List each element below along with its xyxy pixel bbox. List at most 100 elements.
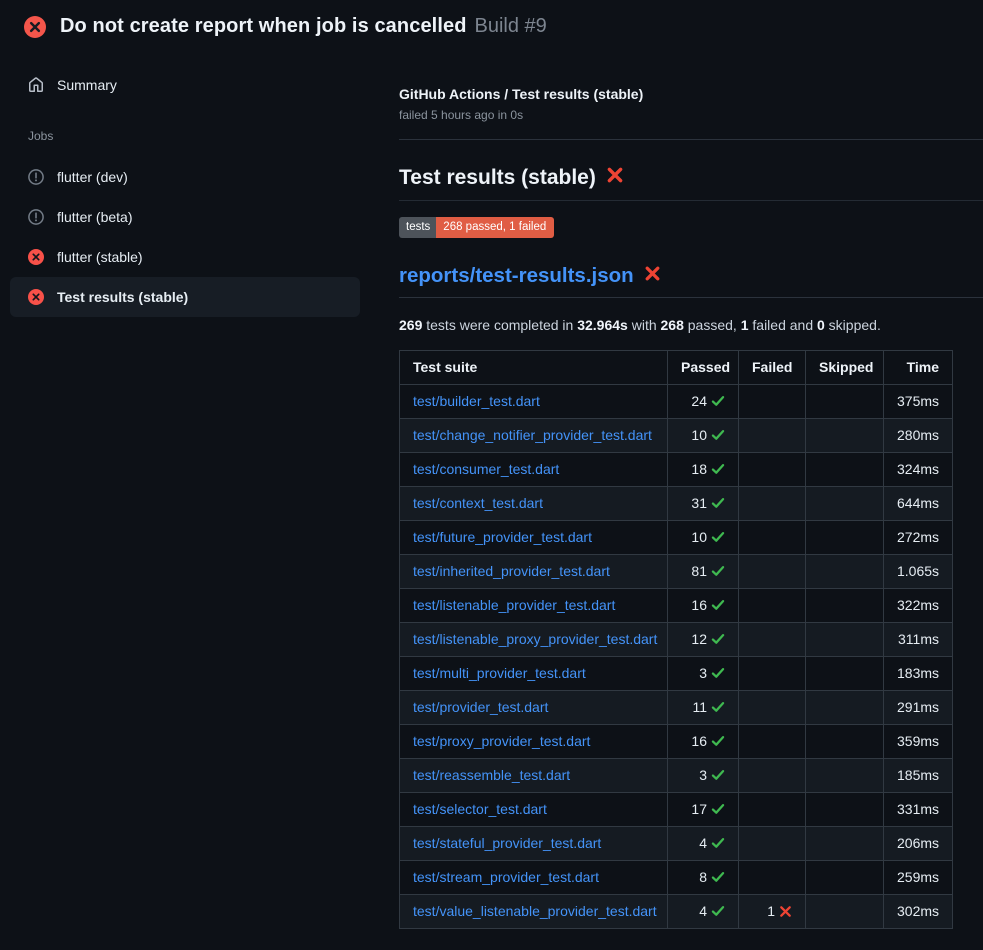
cell-failed: [739, 793, 806, 827]
suite-link[interactable]: test/stateful_provider_test.dart: [413, 835, 601, 851]
home-icon: [28, 77, 44, 93]
cell-time: 322ms: [884, 589, 953, 623]
cell-passed: 10: [668, 521, 739, 555]
cell-time: 324ms: [884, 453, 953, 487]
cell-passed: 16: [668, 589, 739, 623]
suite-link[interactable]: test/multi_provider_test.dart: [413, 665, 586, 681]
cell-skipped: [806, 419, 884, 453]
passed-count: 10: [691, 529, 707, 545]
table-row: test/value_listenable_provider_test.dart…: [400, 895, 953, 929]
breadcrumb: GitHub Actions / Test results (stable): [399, 86, 983, 102]
sidebar-item-flutter-stable[interactable]: flutter (stable): [10, 237, 360, 277]
cell-skipped: [806, 725, 884, 759]
cell-passed: 31: [668, 487, 739, 521]
suite-link[interactable]: test/change_notifier_provider_test.dart: [413, 427, 652, 443]
suite-link[interactable]: test/selector_test.dart: [413, 801, 547, 817]
suite-link[interactable]: test/stream_provider_test.dart: [413, 869, 599, 885]
cell-passed: 3: [668, 759, 739, 793]
suite-link[interactable]: test/inherited_provider_test.dart: [413, 563, 610, 579]
table-row: test/selector_test.dart17331ms: [400, 793, 953, 827]
failed-circle-icon: [28, 249, 44, 265]
cell-failed: [739, 623, 806, 657]
sidebar-item-summary[interactable]: Summary: [10, 65, 360, 105]
suite-link[interactable]: test/provider_test.dart: [413, 699, 548, 715]
cell-test-suite: test/reassemble_test.dart: [400, 759, 668, 793]
table-row: test/stream_provider_test.dart 8 259ms: [400, 861, 953, 895]
suite-link[interactable]: test/context_test.dart: [413, 495, 543, 511]
cell-passed: 24: [668, 385, 739, 419]
cell-failed: [739, 555, 806, 589]
col-passed: Passed: [668, 351, 739, 385]
cell-passed: 16: [668, 725, 739, 759]
cell-time: 259ms: [884, 861, 953, 895]
passed-count: 10: [691, 427, 707, 443]
table-row: test/multi_provider_test.dart3183ms: [400, 657, 953, 691]
cell-passed: 81: [668, 555, 739, 589]
suite-link[interactable]: test/proxy_provider_test.dart: [413, 733, 590, 749]
cell-skipped: [806, 521, 884, 555]
cell-time: 644ms: [884, 487, 953, 521]
suite-link[interactable]: test/value_listenable_provider_test.dart: [413, 903, 657, 919]
report-title-link[interactable]: reports/test-results.json: [399, 264, 983, 298]
cell-skipped: [806, 453, 884, 487]
cell-time: 280ms: [884, 419, 953, 453]
cell-time: 185ms: [884, 759, 953, 793]
main-content: GitHub Actions / Test results (stable) f…: [368, 49, 983, 929]
table-row: test/reassemble_test.dart 3 185ms: [400, 759, 953, 793]
summary-segment: 0: [817, 317, 825, 333]
cell-test-suite: test/listenable_provider_test.dart: [400, 589, 668, 623]
passed-count: 16: [691, 597, 707, 613]
table-row: test/future_provider_test.dart10272ms: [400, 521, 953, 555]
suite-link[interactable]: test/reassemble_test.dart: [413, 767, 570, 783]
cell-failed: [739, 453, 806, 487]
cell-skipped: [806, 861, 884, 895]
cell-test-suite: test/stateful_provider_test.dart: [400, 827, 668, 861]
cell-skipped: [806, 589, 884, 623]
cell-skipped: [806, 759, 884, 793]
cell-skipped: [806, 555, 884, 589]
build-number: Build #9: [475, 15, 547, 38]
table-header-row: Test suite Passed Failed Skipped Time: [400, 351, 953, 385]
table-row: test/context_test.dart 31 644ms: [400, 487, 953, 521]
table-row: test/stateful_provider_test.dart4206ms: [400, 827, 953, 861]
cell-failed: [739, 691, 806, 725]
summary-segment: with: [628, 317, 661, 333]
suite-link[interactable]: test/builder_test.dart: [413, 393, 540, 409]
suite-link[interactable]: test/consumer_test.dart: [413, 461, 559, 477]
cell-failed: [739, 521, 806, 555]
sidebar-item-flutter-dev[interactable]: flutter (dev): [10, 157, 360, 197]
neutral-circle-icon: [28, 209, 44, 225]
col-skipped: Skipped: [806, 351, 884, 385]
table-row: test/provider_test.dart11291ms: [400, 691, 953, 725]
summary-segment: tests were completed in: [422, 317, 577, 333]
cell-passed: 17: [668, 793, 739, 827]
job-label: flutter (beta): [57, 209, 132, 225]
suite-link[interactable]: test/listenable_proxy_provider_test.dart: [413, 631, 657, 647]
cell-time: 1.065s: [884, 555, 953, 589]
cell-passed: 8: [668, 861, 739, 895]
summary-segment: passed,: [684, 317, 741, 333]
cell-failed: [739, 759, 806, 793]
passed-count: 11: [692, 699, 707, 715]
table-row: test/consumer_test.dart 18 324ms: [400, 453, 953, 487]
report-title-text: reports/test-results.json: [399, 264, 634, 288]
sidebar-item-flutter-beta[interactable]: flutter (beta): [10, 197, 360, 237]
cell-skipped: [806, 385, 884, 419]
suite-link[interactable]: test/listenable_provider_test.dart: [413, 597, 615, 613]
passed-count: 4: [699, 903, 707, 919]
job-label: Test results (stable): [57, 289, 188, 305]
sidebar-item-test-results-stable[interactable]: Test results (stable): [10, 277, 360, 317]
cell-test-suite: test/listenable_proxy_provider_test.dart: [400, 623, 668, 657]
cell-time: 302ms: [884, 895, 953, 929]
cell-passed: 18: [668, 453, 739, 487]
cell-failed: [739, 827, 806, 861]
cell-test-suite: test/consumer_test.dart: [400, 453, 668, 487]
passed-count: 18: [691, 461, 707, 477]
suite-link[interactable]: test/future_provider_test.dart: [413, 529, 592, 545]
cell-skipped: [806, 895, 884, 929]
passed-count: 3: [699, 767, 707, 783]
cell-skipped: [806, 623, 884, 657]
passed-count: 16: [691, 733, 707, 749]
cell-time: 375ms: [884, 385, 953, 419]
status-line: failed 5 hours ago in 0s: [399, 108, 983, 122]
